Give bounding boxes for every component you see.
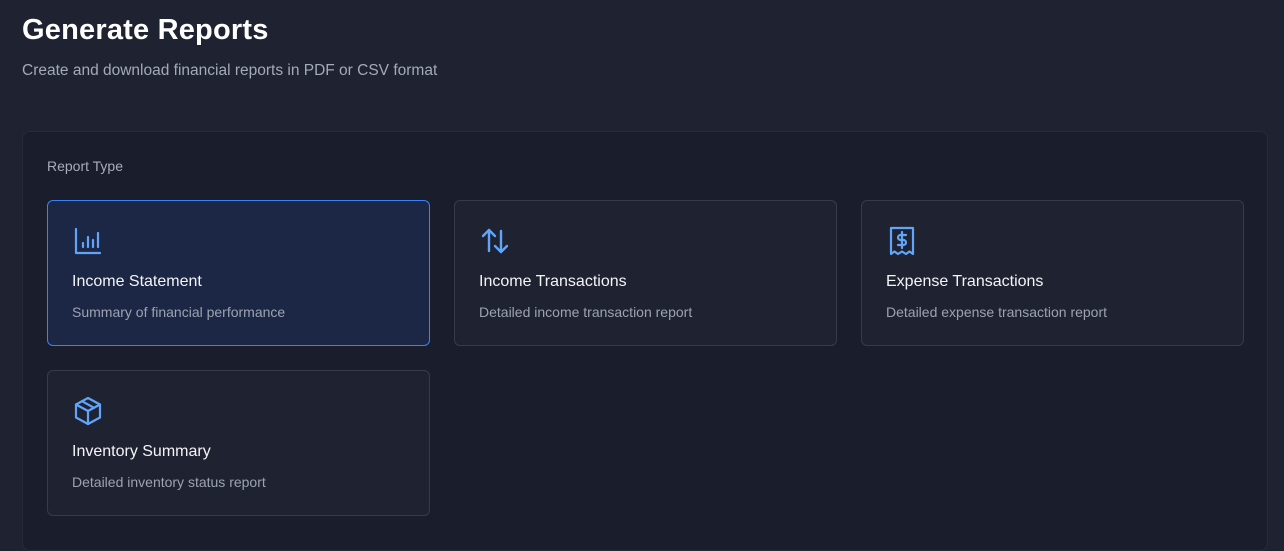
arrows-up-down-icon [479,225,511,257]
report-option-title: Expense Transactions [886,273,1044,290]
receipt-dollar-icon [886,225,918,257]
report-option-income-statement[interactable]: Income Statement Summary of financial pe… [47,200,430,346]
report-option-description: Detailed expense transaction report [886,304,1108,320]
bar-chart-icon [72,225,104,257]
report-type-panel: Report Type Income Statement Summary of … [22,131,1268,551]
report-option-title: Income Statement [72,273,202,290]
report-option-description: Summary of financial performance [72,304,286,320]
report-option-title: Income Transactions [479,273,627,290]
report-option-income-transactions[interactable]: Income Transactions Detailed income tran… [454,200,837,346]
page-title: Generate Reports [22,14,269,46]
package-cube-icon [72,395,104,427]
report-option-description: Detailed inventory status report [72,474,266,490]
page-subtitle: Create and download financial reports in… [22,62,438,79]
report-option-title: Inventory Summary [72,443,211,460]
report-option-description: Detailed income transaction report [479,304,693,320]
report-option-inventory-summary[interactable]: Inventory Summary Detailed inventory sta… [47,370,430,516]
report-type-label: Report Type [47,158,124,174]
report-option-expense-transactions[interactable]: Expense Transactions Detailed expense tr… [861,200,1244,346]
